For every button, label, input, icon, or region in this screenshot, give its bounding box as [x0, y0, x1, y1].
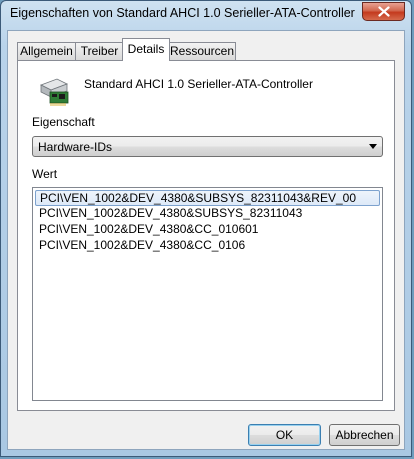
value-list[interactable]: PCI\VEN_1002&DEV_4380&SUBSYS_82311043&RE…: [32, 187, 383, 401]
property-dropdown-value: Hardware-IDs: [38, 140, 113, 154]
tab-details[interactable]: Details: [122, 38, 170, 61]
list-item[interactable]: PCI\VEN_1002&DEV_4380&CC_010601: [35, 222, 380, 238]
properties-dialog: Eigenschaften von Standard AHCI 1.0 Seri…: [0, 0, 412, 457]
ok-button[interactable]: OK: [248, 424, 321, 446]
tab-treiber[interactable]: Treiber: [75, 42, 124, 60]
list-item[interactable]: PCI\VEN_1002&DEV_4380&SUBSYS_82311043&RE…: [35, 190, 380, 206]
close-icon: [377, 6, 390, 17]
list-item[interactable]: PCI\VEN_1002&DEV_4380&SUBSYS_82311043: [35, 206, 380, 222]
close-button[interactable]: [362, 2, 405, 21]
window-title: Eigenschaften von Standard AHCI 1.0 Seri…: [10, 6, 355, 20]
list-item[interactable]: PCI\VEN_1002&DEV_4380&CC_0106: [35, 238, 380, 254]
property-label: Eigenschaft: [32, 115, 95, 129]
dialog-client-area: Allgemein Treiber Details Ressourcen Sta…: [7, 30, 405, 450]
storage-controller-icon: [40, 78, 69, 106]
device-name: Standard AHCI 1.0 Serieller-ATA-Controll…: [84, 77, 313, 91]
value-label: Wert: [32, 167, 58, 181]
title-bar[interactable]: Eigenschaften von Standard AHCI 1.0 Seri…: [1, 1, 411, 27]
property-dropdown[interactable]: Hardware-IDs: [32, 136, 383, 157]
chevron-down-icon: [369, 144, 377, 149]
details-panel: Standard AHCI 1.0 Serieller-ATA-Controll…: [17, 60, 395, 411]
tab-allgemein[interactable]: Allgemein: [17, 42, 76, 60]
tab-ressourcen[interactable]: Ressourcen: [168, 42, 236, 60]
cancel-button[interactable]: Abbrechen: [329, 424, 400, 446]
